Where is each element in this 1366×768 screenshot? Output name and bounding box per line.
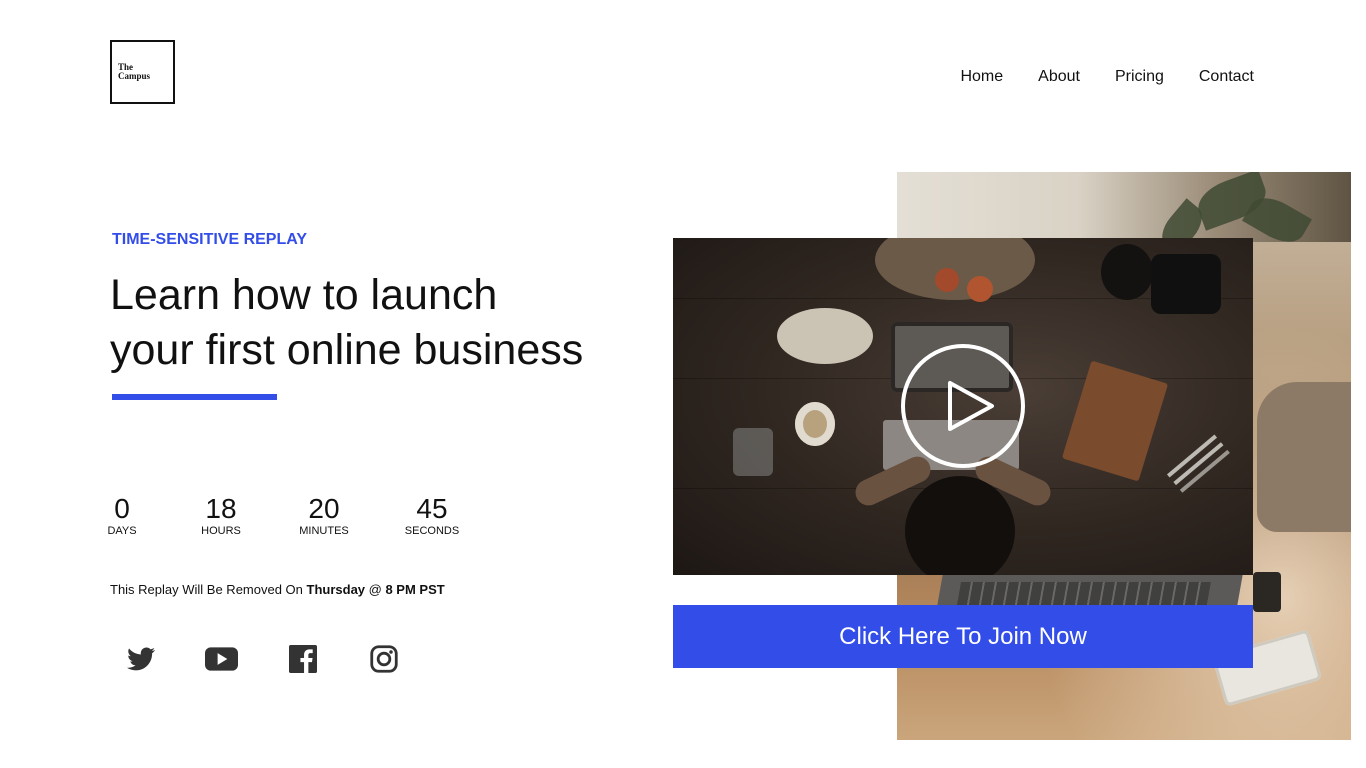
photo-cup [1253,572,1281,612]
landing-page: The Campus Home About Pricing Contact TI… [0,0,1366,768]
countdown-days: 0 DAYS [107,493,137,538]
eyebrow-label: TIME-SENSITIVE REPLAY [112,231,307,248]
notice-day: Thursday [306,582,366,597]
fruit [967,276,993,302]
countdown-timer: 0 DAYS 18 HOURS 20 MINUTES 45 SECONDS [107,493,460,538]
removal-notice: This Replay Will Be Removed On Thursday … [110,582,445,597]
notice-at: @ [365,582,386,597]
photo-glass [733,428,773,476]
play-icon[interactable] [900,343,1026,469]
seconds-value: 45 [416,493,448,524]
days-value: 0 [114,493,130,524]
main-nav: Home About Pricing Contact [960,68,1254,86]
facebook-icon[interactable] [286,642,319,675]
headline-line-1: Learn how to launch [110,271,498,319]
campus-logo[interactable]: The Campus [110,40,175,104]
photo-pens [1166,434,1218,478]
countdown-minutes: 20 MINUTES [299,493,349,538]
photo-chair [1257,382,1351,532]
notice-prefix: This Replay Will Be Removed On [110,582,307,597]
minutes-label: MINUTES [299,525,349,537]
headline-line-2: your first online business [110,326,584,374]
hours-value: 18 [205,493,237,524]
hours-label: HOURS [201,525,241,537]
lens-cap [1101,244,1153,300]
youtube-icon[interactable] [205,642,238,675]
headline-underline [112,394,277,400]
twitter-icon[interactable] [124,642,157,675]
notice-time: 8 PM PST [385,582,445,597]
instagram-icon[interactable] [367,642,400,675]
seconds-label: SECONDS [404,525,460,537]
photo-camera [1151,254,1221,314]
days-label: DAYS [107,525,137,537]
minutes-value: 20 [308,493,340,524]
logo-line-2: Campus [118,71,151,81]
video-player[interactable] [673,238,1253,575]
nav-pricing[interactable]: Pricing [1115,68,1164,86]
fruit-bowl [875,238,1035,300]
nav-home[interactable]: Home [960,68,1003,86]
page-title: Learn how to launch your first online bu… [110,268,630,378]
photo-person [905,476,1015,575]
nav-about[interactable]: About [1038,68,1080,86]
nav-contact[interactable]: Contact [1199,68,1254,86]
countdown-seconds: 45 SECONDS [404,493,460,538]
countdown-hours: 18 HOURS [201,493,241,538]
fruit [935,268,959,292]
join-now-button[interactable]: Click Here To Join Now [673,605,1253,668]
social-links [124,642,400,675]
snack-plate [777,308,873,364]
photo-cup [795,402,835,446]
